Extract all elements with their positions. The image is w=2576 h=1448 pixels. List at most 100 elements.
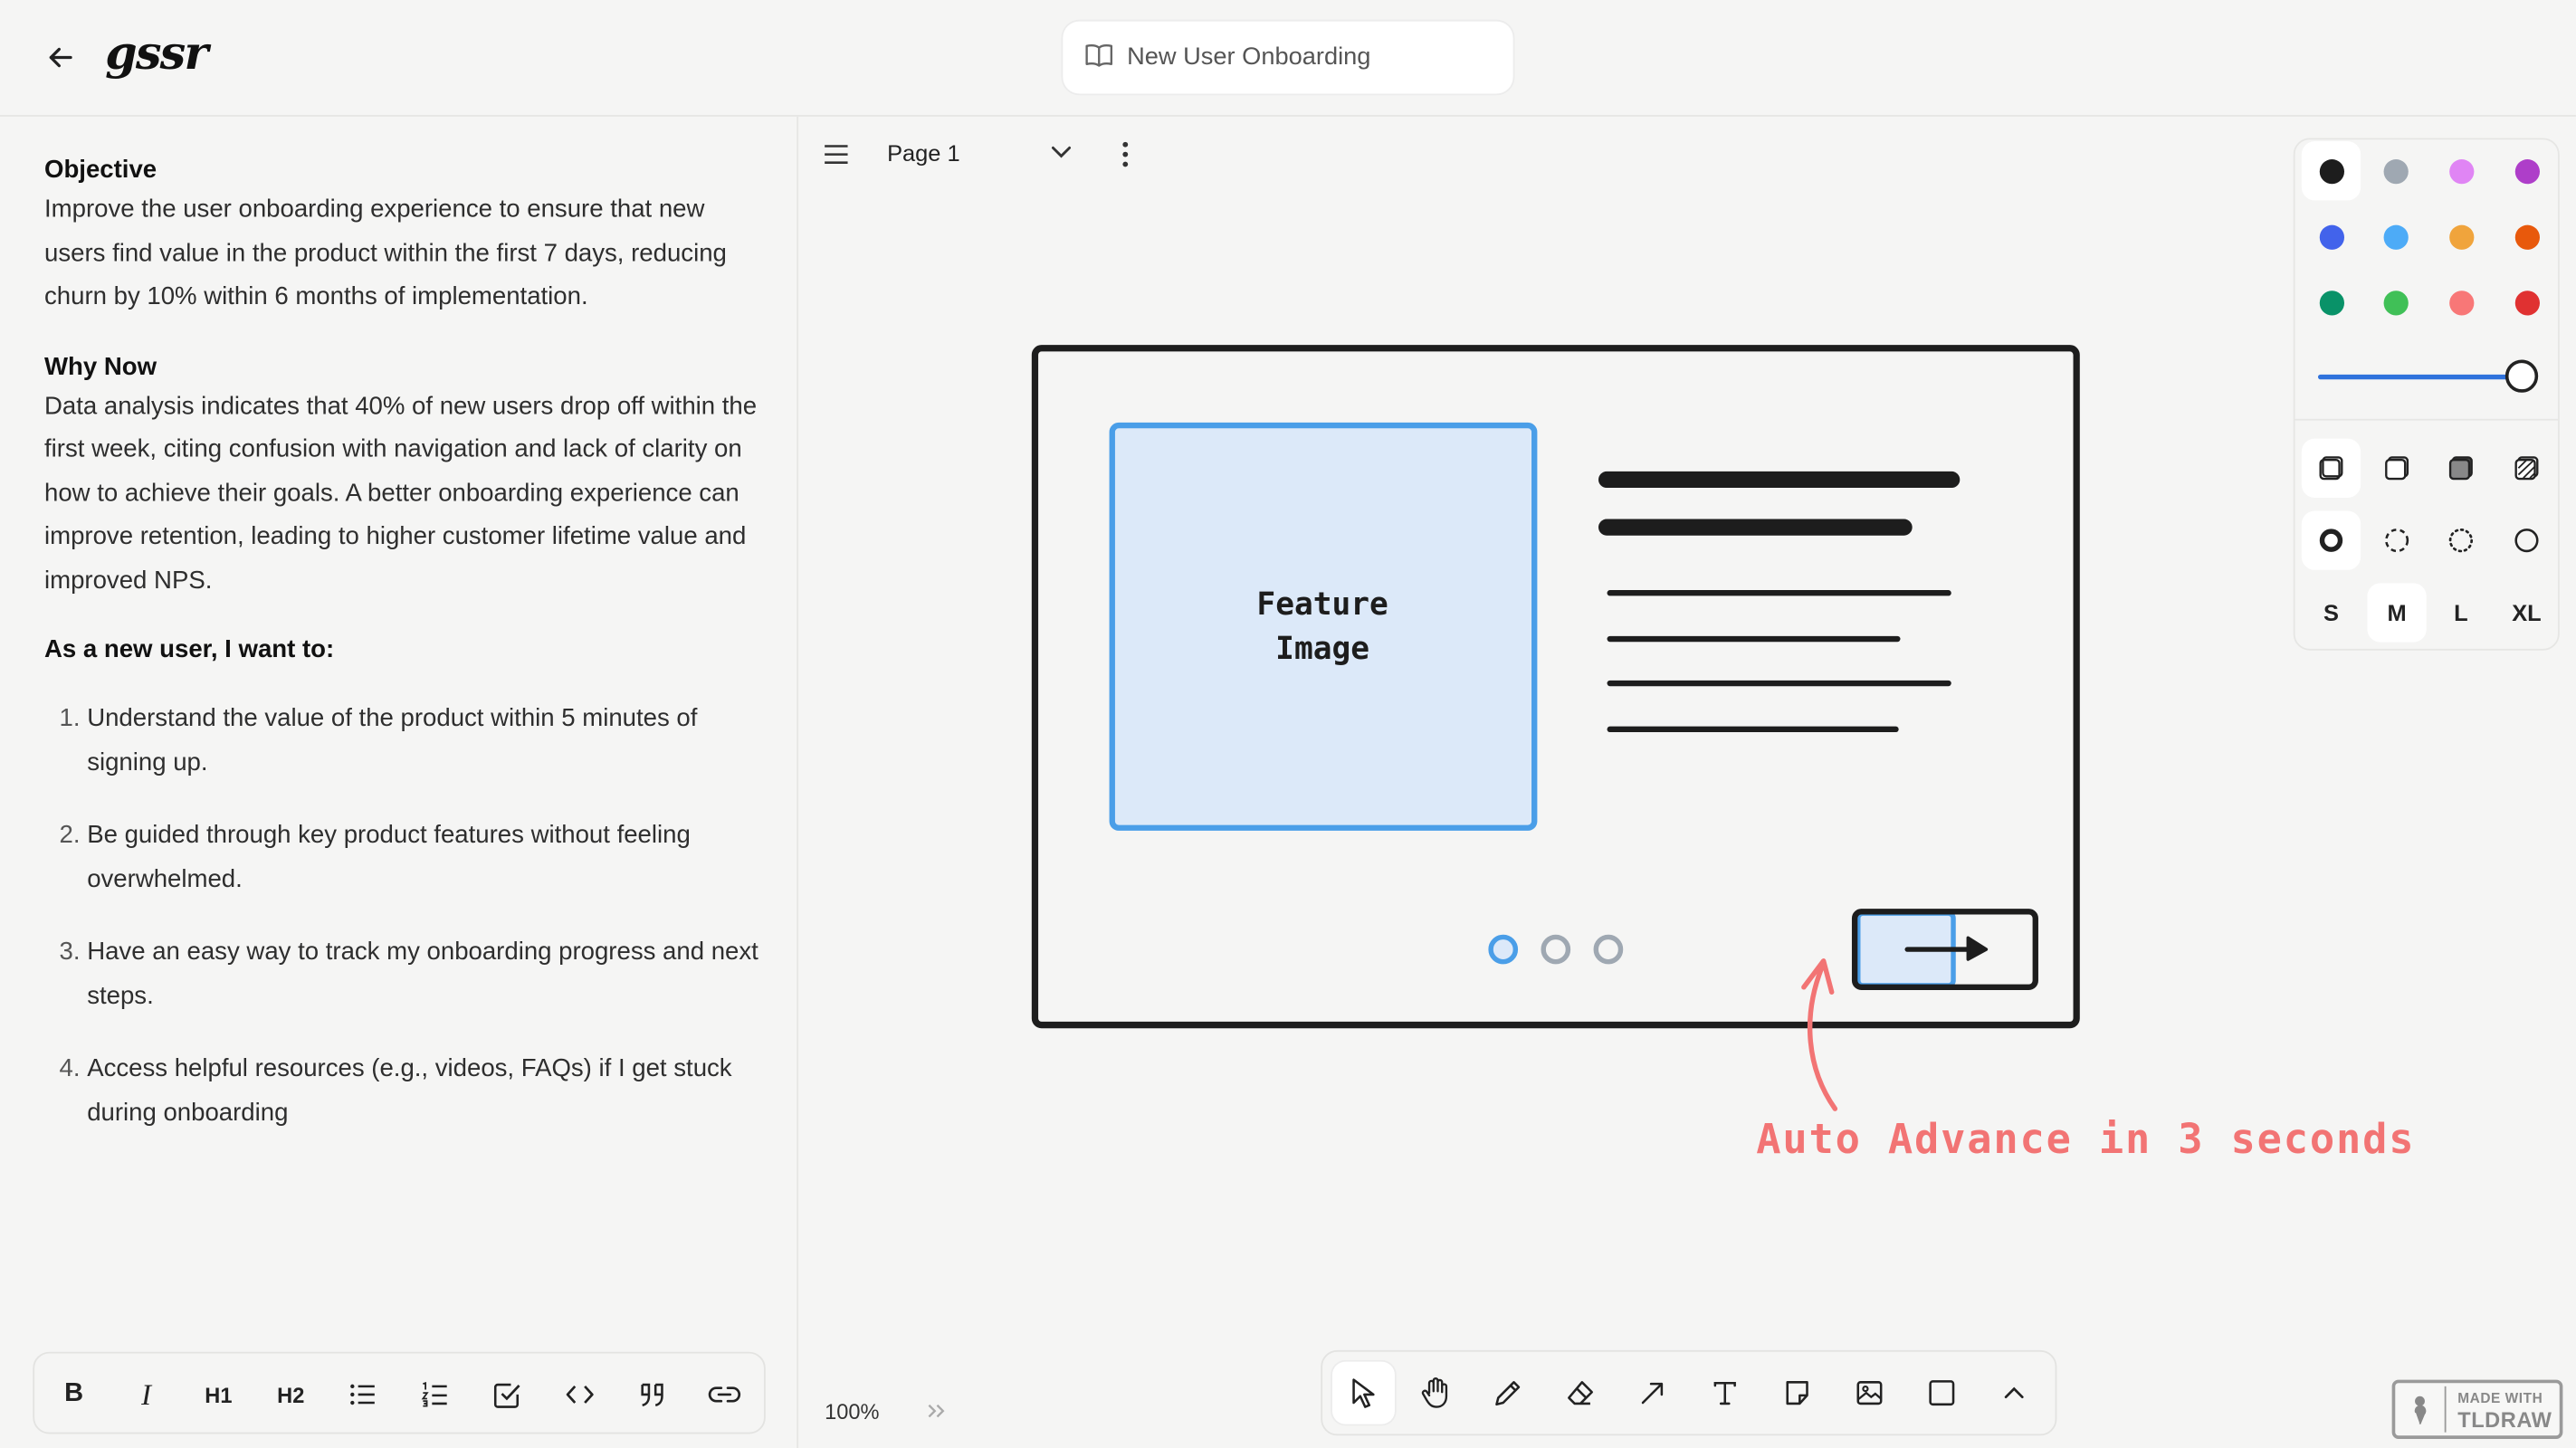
made-with-tldraw-badge[interactable]: MADE WITH TLDRAW (2391, 1379, 2563, 1439)
color-swatch[interactable] (2432, 272, 2491, 331)
color-swatch[interactable] (2301, 141, 2361, 201)
numbered-list-button[interactable] (414, 1373, 456, 1415)
image-icon (1856, 1381, 1883, 1405)
text-tool[interactable] (1693, 1362, 1756, 1424)
list-item: Have an easy way to track my onboarding … (87, 931, 767, 1018)
color-swatch[interactable] (2302, 272, 2361, 331)
checklist-button[interactable] (486, 1373, 529, 1415)
color-dot (2383, 224, 2409, 249)
color-swatch[interactable] (2367, 141, 2426, 200)
badge-separator (2444, 1386, 2447, 1433)
chevron-down-icon[interactable] (1050, 145, 1073, 161)
rectangle-tool[interactable] (1911, 1362, 1973, 1424)
note-tool[interactable] (1766, 1362, 1828, 1424)
color-dot (2448, 158, 2475, 184)
panel-divider (2295, 418, 2558, 421)
dash-dashed-button[interactable] (2367, 510, 2426, 569)
color-swatch[interactable] (2432, 207, 2491, 266)
editor-content[interactable]: Objective Improve the user onboarding ex… (44, 153, 768, 1165)
code-icon (566, 1385, 594, 1404)
user-story-heading: As a new user, I want to: (44, 635, 335, 664)
annotation-text: Auto Advance in 3 seconds (1756, 1115, 2415, 1163)
hand-icon (1421, 1377, 1448, 1408)
text-icon (1713, 1381, 1736, 1405)
size-xl-button[interactable]: XL (2497, 583, 2556, 642)
select-tool[interactable] (1331, 1361, 1395, 1424)
color-swatch[interactable] (2367, 272, 2426, 331)
arrow-tool[interactable] (1621, 1362, 1684, 1424)
document-title-field[interactable]: New User Onboarding (1063, 21, 1513, 94)
quote-button[interactable] (631, 1373, 673, 1415)
feature-image-label-1: Feature (1256, 586, 1388, 623)
color-dot (2514, 158, 2540, 184)
hand-tool[interactable] (1405, 1362, 1467, 1424)
cursor-icon (1352, 1378, 1375, 1408)
dash-solid-button[interactable] (2497, 510, 2556, 569)
objective-heading: Objective (44, 156, 157, 185)
feature-image-label-2: Image (1275, 631, 1369, 667)
double-chevron-right-icon[interactable] (927, 1403, 947, 1419)
list-item: Be guided through key product features w… (87, 814, 767, 901)
color-swatch[interactable] (2302, 207, 2361, 266)
color-swatch[interactable] (2497, 207, 2556, 266)
link-button[interactable] (703, 1373, 746, 1415)
heading2-button[interactable]: H2 (270, 1373, 312, 1415)
fill-none-icon (2319, 456, 2343, 481)
hamburger-menu-icon[interactable] (823, 143, 849, 166)
fill-semi-button[interactable] (2367, 439, 2426, 498)
rectangle-icon (1929, 1380, 1955, 1406)
quote-icon (641, 1383, 663, 1406)
fill-pattern-icon (2514, 456, 2539, 481)
sticky-note-icon (1786, 1381, 1808, 1405)
why-now-heading: Why Now (44, 352, 157, 381)
why-now-text: Data analysis indicates that 40% of new … (44, 391, 758, 595)
more-tools-button[interactable] (1983, 1362, 2046, 1424)
color-dot (2383, 158, 2409, 184)
dash-dotted-button[interactable] (2431, 510, 2490, 569)
fill-none-button[interactable] (2301, 438, 2361, 498)
style-panel: S M L XL (2293, 138, 2560, 651)
fill-pattern-button[interactable] (2497, 439, 2556, 498)
color-dot (2448, 290, 2475, 315)
fill-solid-button[interactable] (2431, 439, 2490, 498)
zoom-level[interactable]: 100% (825, 1399, 879, 1424)
color-swatch[interactable] (2497, 141, 2556, 200)
italic-button[interactable]: I (125, 1373, 167, 1415)
objective-text: Improve the user onboarding experience t… (44, 195, 727, 311)
color-dot (2514, 224, 2540, 249)
eraser-tool[interactable] (1550, 1362, 1612, 1424)
size-m-button[interactable]: M (2367, 583, 2427, 643)
feature-image-box (1109, 422, 1538, 831)
color-swatch[interactable] (2497, 272, 2556, 331)
dash-draw-button[interactable] (2301, 510, 2361, 570)
list-item: Understand the value of the product with… (87, 698, 767, 785)
formatting-toolbar: B I H1 H2 (33, 1351, 766, 1434)
bold-button[interactable]: B (52, 1373, 95, 1415)
image-tool[interactable] (1838, 1362, 1901, 1424)
pencil-icon (1495, 1381, 1521, 1406)
page-name[interactable]: Page 1 (887, 139, 960, 166)
opacity-slider-thumb[interactable] (2504, 359, 2539, 393)
app-logo[interactable]: gssr (105, 26, 208, 81)
color-dot (2318, 290, 2344, 315)
draw-tool[interactable] (1477, 1362, 1540, 1424)
badge-line-2: TLDRAW (2457, 1407, 2552, 1433)
bullet-list-button[interactable] (342, 1373, 385, 1415)
carousel-dot (1541, 934, 1571, 965)
arrow-icon (1641, 1382, 1664, 1405)
color-dot (2383, 290, 2409, 315)
heading1-button[interactable]: H1 (197, 1373, 240, 1415)
chevron-up-icon (2004, 1386, 2024, 1399)
back-arrow-icon[interactable] (43, 40, 79, 76)
code-button[interactable] (558, 1373, 601, 1415)
color-swatch[interactable] (2367, 207, 2426, 266)
size-l-button[interactable]: L (2431, 583, 2490, 642)
page-selector[interactable] (820, 133, 1132, 176)
carousel-dot-active (1488, 934, 1519, 965)
more-options-icon[interactable] (1119, 139, 1132, 169)
top-header: gssr New User Onboarding (0, 0, 2576, 117)
size-s-button[interactable]: S (2302, 583, 2361, 642)
dash-dotted-icon (2448, 528, 2474, 553)
color-swatch[interactable] (2432, 141, 2491, 200)
opacity-slider[interactable] (2317, 374, 2523, 380)
